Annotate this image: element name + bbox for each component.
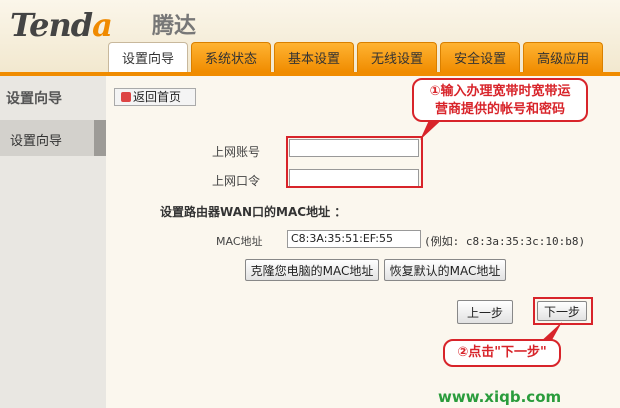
callout-click-next: ②点击"下一步" xyxy=(443,339,561,367)
callout-enter-credentials: ①输入办理宽带时宽带运 营商提供的帐号和密码 xyxy=(412,78,588,122)
watermark: www.xiqb.com xyxy=(438,388,562,406)
